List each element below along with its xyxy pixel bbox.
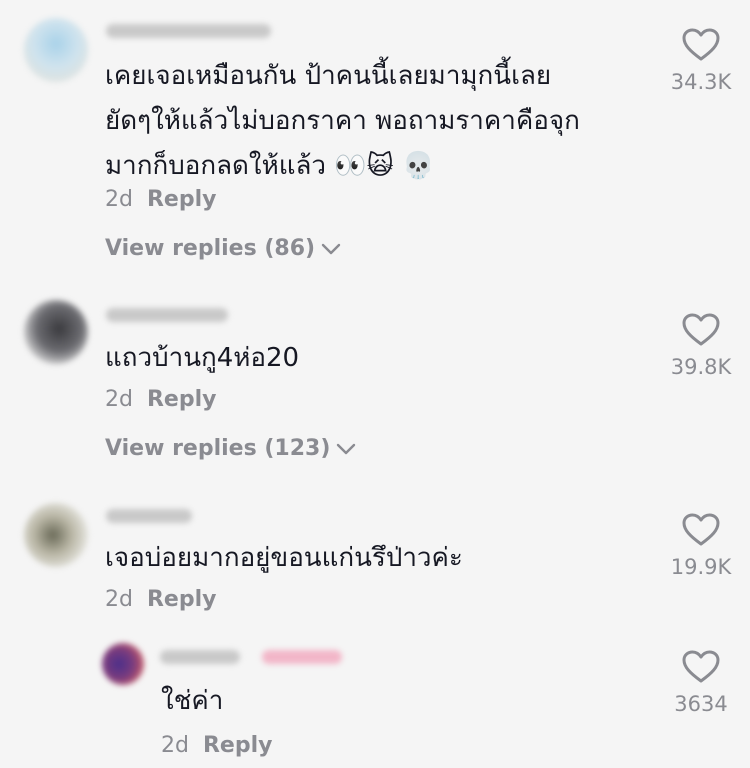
comment-line-text: มากก็บอกลดให้แล้ว xyxy=(105,151,327,181)
view-replies-label: View replies (123) xyxy=(105,436,331,461)
comment-text: เจอบ่อยมากอยู่ขอนแก่นรึป่าวค่ะ xyxy=(105,536,463,581)
reply-button[interactable]: Reply xyxy=(147,587,217,612)
comment-line: แถวบ้านกู4ห่อ20 xyxy=(105,343,300,373)
like-count: 19.9K xyxy=(670,555,732,579)
like-count: 3634 xyxy=(674,692,728,716)
view-replies-button[interactable]: View replies (123) xyxy=(105,436,356,461)
comment-item: แถวบ้านกู4ห่อ20 2d Reply View replies (12… xyxy=(0,290,750,495)
like-count: 39.8K xyxy=(670,355,732,379)
username-blurred[interactable] xyxy=(106,308,228,322)
comment-line: ยัดๆให้แล้วไม่บอกราคา พอถามราคาคือจุก xyxy=(105,106,580,136)
like-button[interactable]: 39.8K xyxy=(651,313,750,379)
heart-icon xyxy=(682,28,720,61)
reply-button[interactable]: Reply xyxy=(203,733,273,758)
reply-text: ใช่ค่า xyxy=(161,686,224,716)
avatar[interactable] xyxy=(24,503,88,567)
comment-age: 2d xyxy=(105,387,133,412)
reply-item: ใช่ค่า 2d Reply 3634 xyxy=(0,635,750,768)
comment-age: 2d xyxy=(105,187,133,212)
comment-age: 2d xyxy=(105,587,133,612)
creator-tag-blurred xyxy=(262,650,342,664)
like-button[interactable]: 19.9K xyxy=(651,513,750,579)
comment-text: แถวบ้านกู4ห่อ20 xyxy=(105,336,299,381)
username-blurred[interactable] xyxy=(106,24,271,38)
reply-meta: 2d Reply xyxy=(161,733,272,758)
comment-item: เคยเจอเหมือนกัน ป้าคนนี้เลยมามุกนี้เลยยั… xyxy=(0,0,750,290)
comment-line: มากก็บอกลดให้แล้ว 👀🙀 💀 xyxy=(105,144,580,189)
view-replies-label: View replies (86) xyxy=(105,236,316,261)
heart-icon xyxy=(682,313,720,346)
comment-meta: 2d Reply xyxy=(105,587,216,612)
avatar[interactable] xyxy=(102,643,144,685)
comment-meta: 2d Reply xyxy=(105,387,216,412)
avatar[interactable] xyxy=(24,300,88,364)
comment-line: เจอบ่อยมากอยู่ขอนแก่นรึป่าวค่ะ xyxy=(105,543,463,573)
comment-item: เจอบ่อยมากอยู่ขอนแก่นรึป่าวค่ะ 2d Reply 1… xyxy=(0,495,750,635)
comment-text: เคยเจอเหมือนกัน ป้าคนนี้เลยมามุกนี้เลยยั… xyxy=(105,54,580,189)
comment-meta: 2d Reply xyxy=(105,187,216,212)
like-count: 34.3K xyxy=(670,70,732,94)
like-button[interactable]: 34.3K xyxy=(651,28,750,94)
username-blurred[interactable] xyxy=(106,509,192,523)
chevron-down-icon xyxy=(337,443,356,455)
avatar[interactable] xyxy=(24,18,88,82)
username-blurred[interactable] xyxy=(160,650,240,664)
reply-button[interactable]: Reply xyxy=(147,387,217,412)
heart-icon xyxy=(682,650,720,683)
like-button[interactable]: 3634 xyxy=(651,650,750,716)
chevron-down-icon xyxy=(321,243,341,255)
reply-age: 2d xyxy=(161,733,189,758)
comment-line: เคยเจอเหมือนกัน ป้าคนนี้เลยมามุกนี้เลย xyxy=(105,61,552,91)
heart-icon xyxy=(682,513,720,546)
reply-button[interactable]: Reply xyxy=(147,187,217,212)
view-replies-button[interactable]: View replies (86) xyxy=(105,236,341,261)
emoji-eyes-cat-skull: 👀🙀 💀 xyxy=(334,151,435,181)
